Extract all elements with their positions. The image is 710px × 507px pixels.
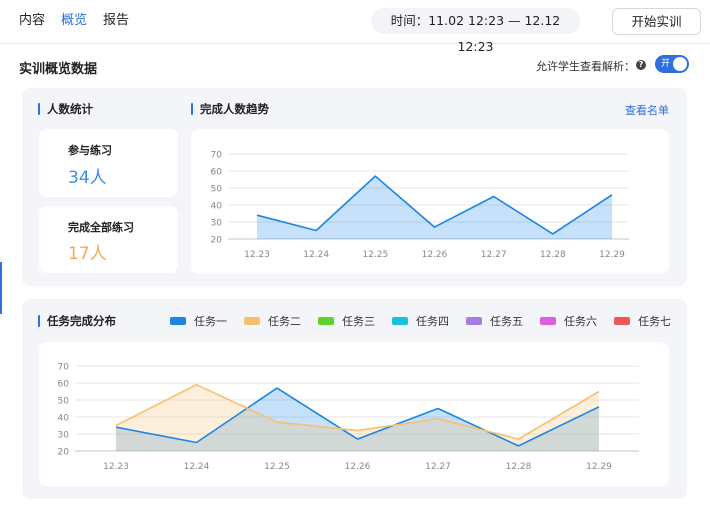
complete-card: 完成全部练习 17人 xyxy=(39,206,178,273)
chart-legend: 任务一 任务二 任务三 任务四 任务五 任务六 任务七 xyxy=(170,313,688,329)
help-icon[interactable]: ? xyxy=(636,60,646,70)
legend-label: 任务五 xyxy=(490,315,523,328)
section-title-headcount: 人数统计 xyxy=(38,102,93,116)
section-title-trend: 完成人数趋势 xyxy=(191,102,269,116)
legend-label: 任务二 xyxy=(268,315,301,328)
allow-analysis-toggle[interactable]: 开 xyxy=(655,55,689,73)
legend-item-task5[interactable]: 任务五 xyxy=(466,313,523,329)
x-tick-label: 12.27 xyxy=(425,462,451,472)
start-training-button[interactable]: 开始实训 xyxy=(612,8,701,35)
trend-chart: 20 30 40 50 60 70 12.23 12.24 12.25 12.26 12.27 12.… xyxy=(211,151,629,260)
y-tick-label: 70 xyxy=(58,363,70,373)
participate-value: 34人 xyxy=(68,168,107,188)
legend-label: 任务七 xyxy=(638,315,671,328)
distribution-chart-card: 20 30 40 50 60 70 12.23 12.24 12.25 12.26 12.27 12.… xyxy=(39,342,669,486)
y-tick-label: 50 xyxy=(211,185,223,195)
x-tick-label: 12.26 xyxy=(422,250,448,260)
x-tick-label: 12.29 xyxy=(599,250,625,260)
x-tick-label: 12.24 xyxy=(184,462,210,472)
x-tick-label: 12.25 xyxy=(264,462,290,472)
y-tick-label: 60 xyxy=(58,380,70,390)
participate-card: 参与练习 34人 xyxy=(39,129,178,197)
side-indicator xyxy=(0,262,2,314)
x-tick-label: 12.25 xyxy=(362,250,388,260)
legend-label: 任务四 xyxy=(416,315,449,328)
x-tick-label: 12.23 xyxy=(244,250,270,260)
legend-label: 任务一 xyxy=(194,315,227,328)
legend-swatch xyxy=(540,317,556,325)
legend-label: 任务三 xyxy=(342,315,375,328)
x-tick-label: 12.23 xyxy=(103,462,129,472)
trend-chart-card: 20 30 40 50 60 70 12.23 12.24 12.25 12.26 12.27 12.… xyxy=(191,129,669,274)
legend-item-task4[interactable]: 任务四 xyxy=(392,313,449,329)
page-title: 实训概览数据 xyxy=(19,62,98,77)
tab-report[interactable]: 报告 xyxy=(103,12,129,30)
tab-overview[interactable]: 概览 xyxy=(61,12,87,30)
y-tick-label: 30 xyxy=(211,219,223,229)
x-tick-label: 12.28 xyxy=(506,462,532,472)
legend-swatch xyxy=(170,317,186,325)
x-tick-label: 12.24 xyxy=(303,250,329,260)
y-tick-label: 50 xyxy=(58,397,70,407)
complete-label: 完成全部练习 xyxy=(68,221,134,234)
y-tick-label: 20 xyxy=(58,448,70,458)
legend-item-task6[interactable]: 任务六 xyxy=(540,313,597,329)
x-tick-label: 12.27 xyxy=(481,250,507,260)
legend-label: 任务六 xyxy=(564,315,597,328)
top-bar: 内容 概览 报告 时间：11.02 12:23 — 12.12 12:23 开始… xyxy=(0,0,710,54)
legend-item-task1[interactable]: 任务一 xyxy=(170,313,227,329)
x-tick-label: 12.29 xyxy=(586,462,612,472)
y-tick-label: 70 xyxy=(211,151,223,161)
legend-swatch xyxy=(392,317,408,325)
y-tick-label: 60 xyxy=(211,168,223,178)
nav-tabs: 内容 概览 报告 xyxy=(19,12,145,30)
y-tick-label: 30 xyxy=(58,431,70,441)
legend-item-task7[interactable]: 任务七 xyxy=(614,313,671,329)
y-tick-label: 40 xyxy=(211,202,223,212)
view-list-link[interactable]: 查看名单 xyxy=(625,102,669,118)
time-range: 时间：11.02 12:23 — 12.12 12:23 xyxy=(371,8,580,54)
x-tick-label: 12.26 xyxy=(345,462,371,472)
legend-item-task2[interactable]: 任务二 xyxy=(244,313,301,329)
participate-label: 参与练习 xyxy=(68,144,112,157)
toggle-knob xyxy=(673,57,687,71)
x-tick-label: 12.28 xyxy=(540,250,566,260)
toggle-label: 开 xyxy=(661,59,671,69)
tab-content[interactable]: 内容 xyxy=(19,12,45,30)
y-tick-label: 40 xyxy=(58,414,70,424)
legend-swatch xyxy=(244,317,260,325)
section-title-distribution: 任务完成分布 xyxy=(38,314,116,328)
legend-item-task3[interactable]: 任务三 xyxy=(318,313,375,329)
allow-analysis-label: 允许学生查看解析： xyxy=(536,60,635,73)
y-tick-label: 20 xyxy=(211,236,223,246)
legend-swatch xyxy=(318,317,334,325)
legend-swatch xyxy=(614,317,630,325)
distribution-chart: 20 30 40 50 60 70 12.23 12.24 12.25 12.26 12.27 12.… xyxy=(58,363,639,472)
legend-swatch xyxy=(466,317,482,325)
complete-value: 17人 xyxy=(68,244,107,264)
